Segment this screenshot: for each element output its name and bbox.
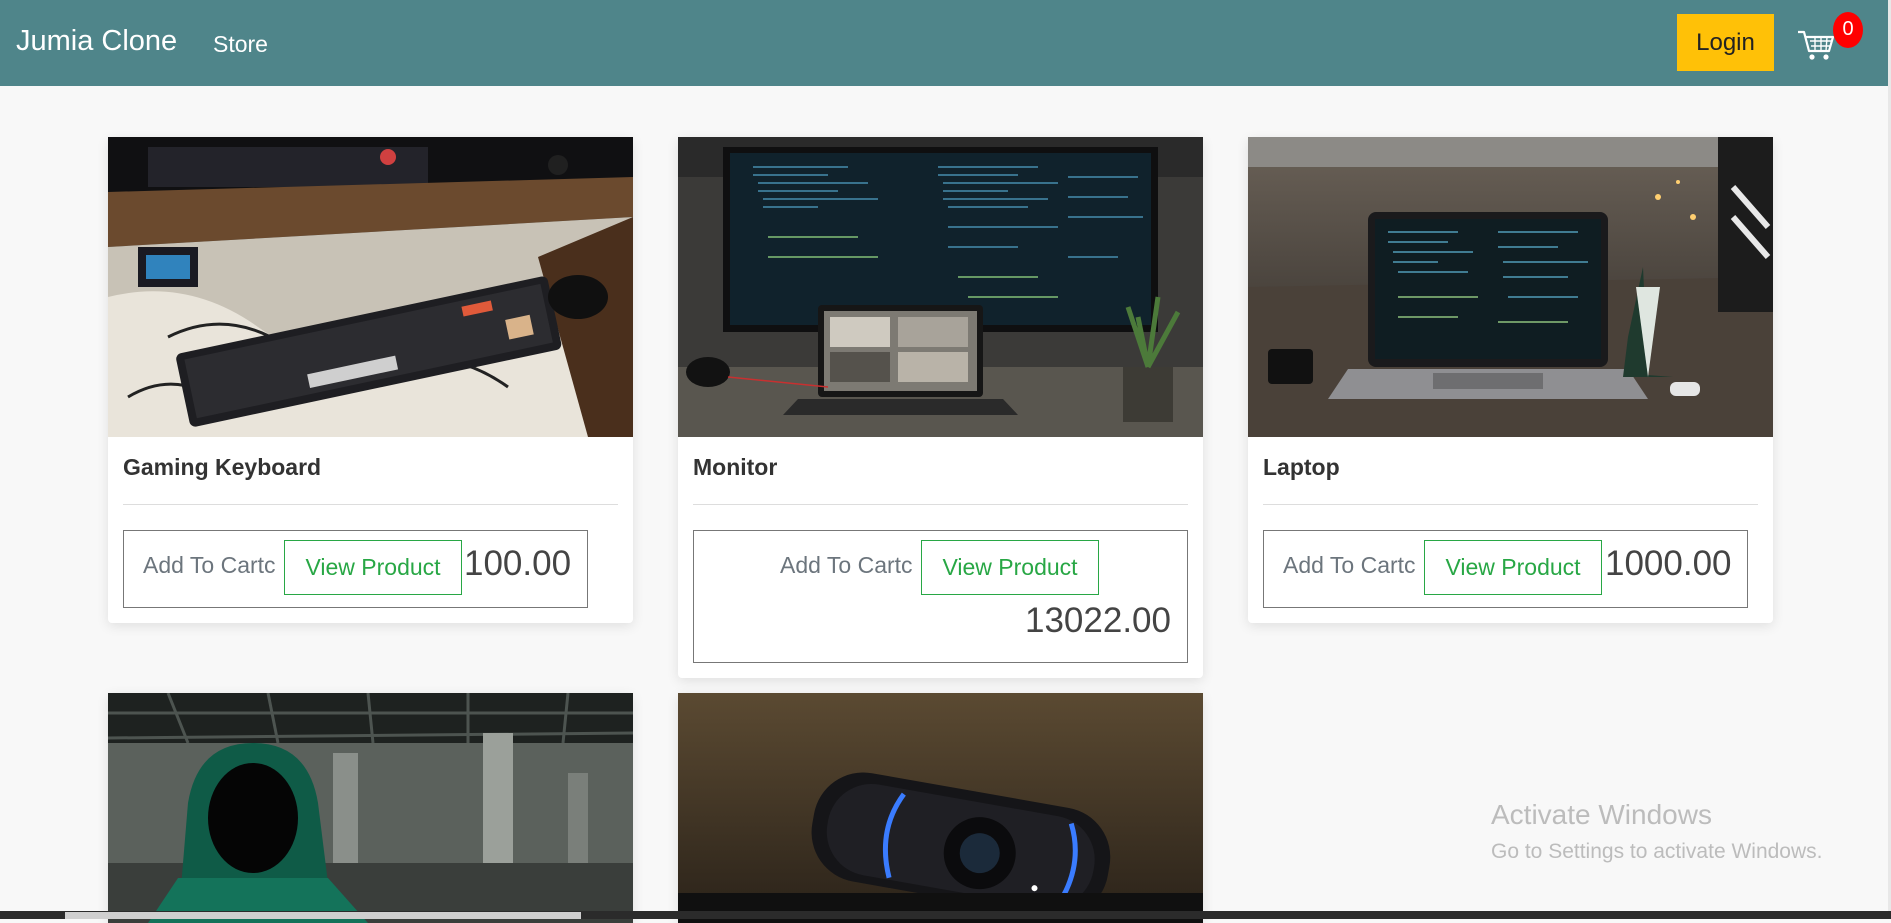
navbar: Jumia Clone Store Login 0 [0,0,1891,86]
product-card: Gaming Keyboard Add To Cartc View Produc… [108,137,633,623]
product-image[interactable] [108,693,633,923]
product-title: Monitor [693,454,778,480]
activate-windows-title: Activate Windows [1491,799,1712,830]
view-product-button[interactable]: View Product [1424,540,1602,595]
horizontal-scrollbar-thumb[interactable] [65,912,581,919]
product-image[interactable] [1248,137,1773,437]
add-to-cart-button[interactable]: Add To Cartc [780,552,913,579]
product-title: Laptop [1263,454,1340,480]
shopping-cart-icon[interactable] [1796,24,1836,64]
add-to-cart-button[interactable]: Add To Cartc [143,552,276,579]
product-title: Gaming Keyboard [123,454,322,480]
nav-store-link[interactable]: Store [213,31,268,58]
product-card: Laptop Add To Cartc View Product 1000.00 [1248,137,1773,623]
product-image[interactable] [678,693,1203,923]
view-product-button[interactable]: View Product [284,540,462,595]
product-image[interactable] [678,137,1203,437]
product-actions: Add To Cartc View Product 13022.00 [693,530,1188,663]
view-product-button[interactable]: View Product [921,540,1099,595]
cart-count-badge: 0 [1833,12,1863,48]
brand-logo[interactable]: Jumia Clone [16,25,177,58]
product-price: 1000.00 [1605,544,1732,583]
product-card [108,693,633,923]
product-price: 100.00 [464,544,572,583]
product-card: Monitor Add To Cartc View Product 13022.… [678,137,1203,678]
add-to-cart-button[interactable]: Add To Cartc [1283,552,1416,579]
login-button[interactable]: Login [1677,14,1774,71]
product-image[interactable] [108,137,633,437]
product-card [678,693,1203,923]
product-price: 13022.00 [1025,601,1171,640]
divider [693,504,1188,505]
product-actions: Add To Cartc View Product 100.00 [123,530,588,608]
activate-windows-subtitle: Go to Settings to activate Windows. [1491,840,1823,863]
divider [1263,504,1758,505]
product-actions: Add To Cartc View Product 1000.00 [1263,530,1748,608]
divider [123,504,618,505]
